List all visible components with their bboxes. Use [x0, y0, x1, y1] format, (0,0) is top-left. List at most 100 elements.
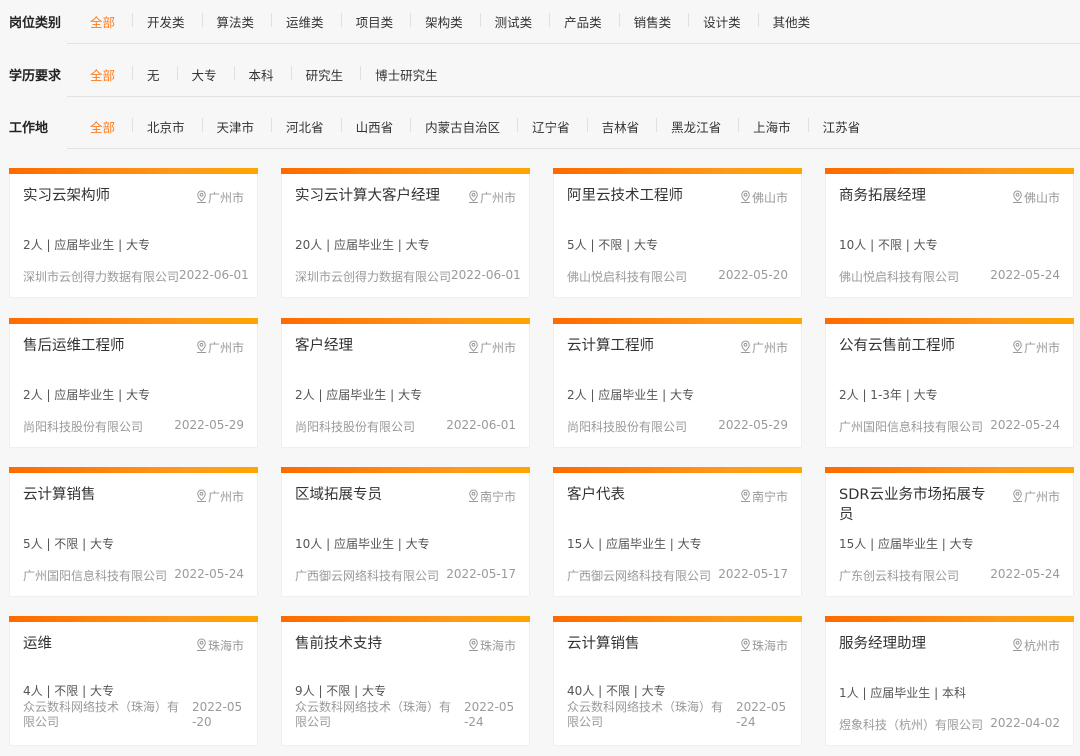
- job-title[interactable]: 服务经理助理: [839, 634, 989, 654]
- job-card[interactable]: 运维 珠海市 4人 | 不限 | 大专 众云数科网络技术（珠海）有限公司 202…: [9, 616, 258, 746]
- card-accent-bar: [825, 168, 1074, 174]
- job-footer: 佛山悦启科技有限公司 2022-05-24: [839, 268, 1060, 285]
- row-divider: [67, 96, 1080, 97]
- filter-option[interactable]: 山西省: [342, 117, 412, 136]
- card-accent-bar: [553, 467, 802, 473]
- filter-option[interactable]: 产品类: [550, 12, 620, 31]
- card-accent-bar: [9, 467, 258, 473]
- filter-option[interactable]: 算法类: [203, 12, 273, 31]
- filter-option[interactable]: 架构类: [411, 12, 481, 31]
- location-text: 广州市: [751, 341, 788, 355]
- job-card[interactable]: 商务拓展经理 佛山市 10人 | 不限 | 大专 佛山悦启科技有限公司 2022…: [825, 168, 1074, 298]
- filter-option[interactable]: 河北省: [272, 117, 342, 136]
- job-title[interactable]: 实习云计算大客户经理: [295, 186, 445, 206]
- filter-option[interactable]: 开发类: [133, 12, 203, 31]
- location-pin-icon: [196, 339, 208, 356]
- job-footer: 佛山悦启科技有限公司 2022-05-20: [567, 268, 788, 285]
- job-footer: 众云数科网络技术（珠海）有限公司 2022-05-24: [295, 700, 516, 730]
- filter-option[interactable]: 大专: [178, 65, 235, 84]
- filter-option[interactable]: 内蒙古自治区: [411, 117, 519, 136]
- location-text: 广州市: [479, 191, 516, 205]
- card-accent-bar: [825, 616, 1074, 622]
- job-card[interactable]: 售后运维工程师 广州市 2人 | 应届毕业生 | 大专 尚阳科技股份有限公司 2…: [9, 318, 258, 448]
- filter-option[interactable]: 其他类: [759, 12, 829, 31]
- filter-option[interactable]: 运维类: [272, 12, 342, 31]
- job-card[interactable]: 公有云售前工程师 广州市 2人 | 1-3年 | 大专 广州国阳信息科技有限公司…: [825, 318, 1074, 448]
- job-card[interactable]: 云计算工程师 广州市 2人 | 应届毕业生 | 大专 尚阳科技股份有限公司 20…: [553, 318, 802, 448]
- job-title[interactable]: 售后运维工程师: [23, 336, 173, 356]
- job-title[interactable]: 云计算销售: [23, 485, 173, 505]
- filter-option[interactable]: 江苏省: [809, 117, 879, 136]
- filter-options: 全部 开发类 算法类 运维类 项目类 架构类 测试类 产品类 销售类 设计类 其他类: [76, 12, 828, 31]
- filter-option-label: 研究生: [305, 68, 344, 83]
- filter-option-label: 本科: [248, 68, 274, 83]
- filter-option[interactable]: 北京市: [133, 117, 203, 136]
- filter-option[interactable]: 天津市: [203, 117, 273, 136]
- job-card[interactable]: 售前技术支持 珠海市 9人 | 不限 | 大专 众云数科网络技术（珠海）有限公司…: [281, 616, 530, 746]
- job-location: 广州市: [196, 339, 244, 356]
- filter-option[interactable]: 吉林省: [588, 117, 658, 136]
- job-title[interactable]: 云计算销售: [567, 634, 717, 654]
- job-card[interactable]: 阿里云技术工程师 佛山市 5人 | 不限 | 大专 佛山悦启科技有限公司 202…: [553, 168, 802, 298]
- filter-option[interactable]: 黑龙江省: [657, 117, 740, 136]
- job-title[interactable]: 公有云售前工程师: [839, 336, 989, 356]
- post-date: 2022-05-24: [174, 567, 244, 581]
- job-title[interactable]: 客户经理: [295, 336, 445, 356]
- filter-option[interactable]: 辽宁省: [518, 117, 588, 136]
- filter-option[interactable]: 设计类: [689, 12, 759, 31]
- job-title[interactable]: 商务拓展经理: [839, 186, 989, 206]
- company-name: 佛山悦启科技有限公司: [839, 270, 960, 284]
- filter-option[interactable]: 全部: [76, 12, 134, 31]
- job-meta: 10人 | 应届毕业生 | 大专: [295, 537, 430, 551]
- job-card[interactable]: 云计算销售 广州市 5人 | 不限 | 大专 广州国阳信息科技有限公司 2022…: [9, 467, 258, 597]
- job-title[interactable]: 运维: [23, 634, 173, 654]
- company-name: 尚阳科技股份有限公司: [23, 420, 144, 434]
- job-location: 广州市: [196, 189, 244, 206]
- company-name: 众云数科网络技术（珠海）有限公司: [295, 700, 452, 729]
- job-card[interactable]: 区域拓展专员 南宁市 10人 | 应届毕业生 | 大专 广西御云网络科技有限公司…: [281, 467, 530, 597]
- filter-option-label: 大专: [191, 68, 217, 83]
- job-footer: 深圳市云创得力数据有限公司 2022-06-01: [295, 268, 521, 285]
- company-name: 广东创云科技有限公司: [839, 569, 960, 583]
- filter-option[interactable]: 本科: [235, 65, 292, 84]
- filter-row-label: 学历要求: [9, 69, 62, 84]
- job-card[interactable]: 实习云架构师 广州市 2人 | 应届毕业生 | 大专 深圳市云创得力数据有限公司…: [9, 168, 258, 298]
- job-meta: 4人 | 不限 | 大专: [23, 684, 114, 698]
- post-date: 2022-06-01: [446, 418, 516, 432]
- filter-options: 全部 无 大专 本科 研究生 博士研究生: [76, 65, 456, 84]
- filter-row-location: 工作地 全部 北京市 天津市 河北省 山西省 内蒙古自治区 辽宁省 吉林省 黑龙江省 上海市 江苏省: [0, 105, 1080, 149]
- filter-option[interactable]: 博士研究生: [361, 65, 456, 84]
- job-card[interactable]: 客户代表 南宁市 15人 | 应届毕业生 | 大专 广西御云网络科技有限公司 2…: [553, 467, 802, 597]
- job-title[interactable]: 云计算工程师: [567, 336, 717, 356]
- filter-option[interactable]: 全部: [76, 65, 134, 84]
- job-card[interactable]: 实习云计算大客户经理 广州市 20人 | 应届毕业生 | 大专 深圳市云创得力数…: [281, 168, 530, 298]
- filter-option[interactable]: 研究生: [292, 65, 362, 84]
- post-date: 2022-05-20: [192, 700, 243, 729]
- location-text: 佛山市: [1023, 191, 1060, 205]
- job-title[interactable]: 售前技术支持: [295, 634, 445, 654]
- job-meta: 2人 | 应届毕业生 | 大专: [295, 388, 422, 402]
- location-pin-icon: [740, 488, 752, 505]
- location-text: 南宁市: [751, 490, 788, 504]
- job-card[interactable]: 服务经理助理 杭州市 1人 | 应届毕业生 | 本科 煜象科技（杭州）有限公司 …: [825, 616, 1074, 746]
- location-pin-icon: [1012, 339, 1024, 356]
- filter-option-label: 其他类: [772, 15, 811, 30]
- filter-option[interactable]: 销售类: [620, 12, 690, 31]
- job-title[interactable]: SDR云业务市场拓展专员: [839, 485, 989, 525]
- job-card[interactable]: 云计算销售 珠海市 40人 | 不限 | 大专 众云数科网络技术（珠海）有限公司…: [553, 616, 802, 746]
- filter-option[interactable]: 无: [133, 65, 178, 84]
- job-title[interactable]: 阿里云技术工程师: [567, 186, 717, 206]
- job-footer: 广东创云科技有限公司 2022-05-24: [839, 567, 1060, 584]
- job-title[interactable]: 实习云架构师: [23, 186, 173, 206]
- filter-option[interactable]: 项目类: [342, 12, 412, 31]
- job-title[interactable]: 区域拓展专员: [295, 485, 445, 505]
- filter-option[interactable]: 上海市: [739, 117, 809, 136]
- filter-option-label: 全部: [90, 120, 116, 135]
- job-card[interactable]: SDR云业务市场拓展专员 广州市 15人 | 应届毕业生 | 大专 广东创云科技…: [825, 467, 1074, 597]
- filter-row-label: 岗位类别: [9, 16, 62, 31]
- filter-option[interactable]: 测试类: [481, 12, 551, 31]
- job-card[interactable]: 客户经理 广州市 2人 | 应届毕业生 | 大专 尚阳科技股份有限公司 2022…: [281, 318, 530, 448]
- job-title[interactable]: 客户代表: [567, 485, 717, 505]
- filter-option[interactable]: 全部: [76, 117, 134, 136]
- job-meta: 2人 | 1-3年 | 大专: [839, 388, 938, 402]
